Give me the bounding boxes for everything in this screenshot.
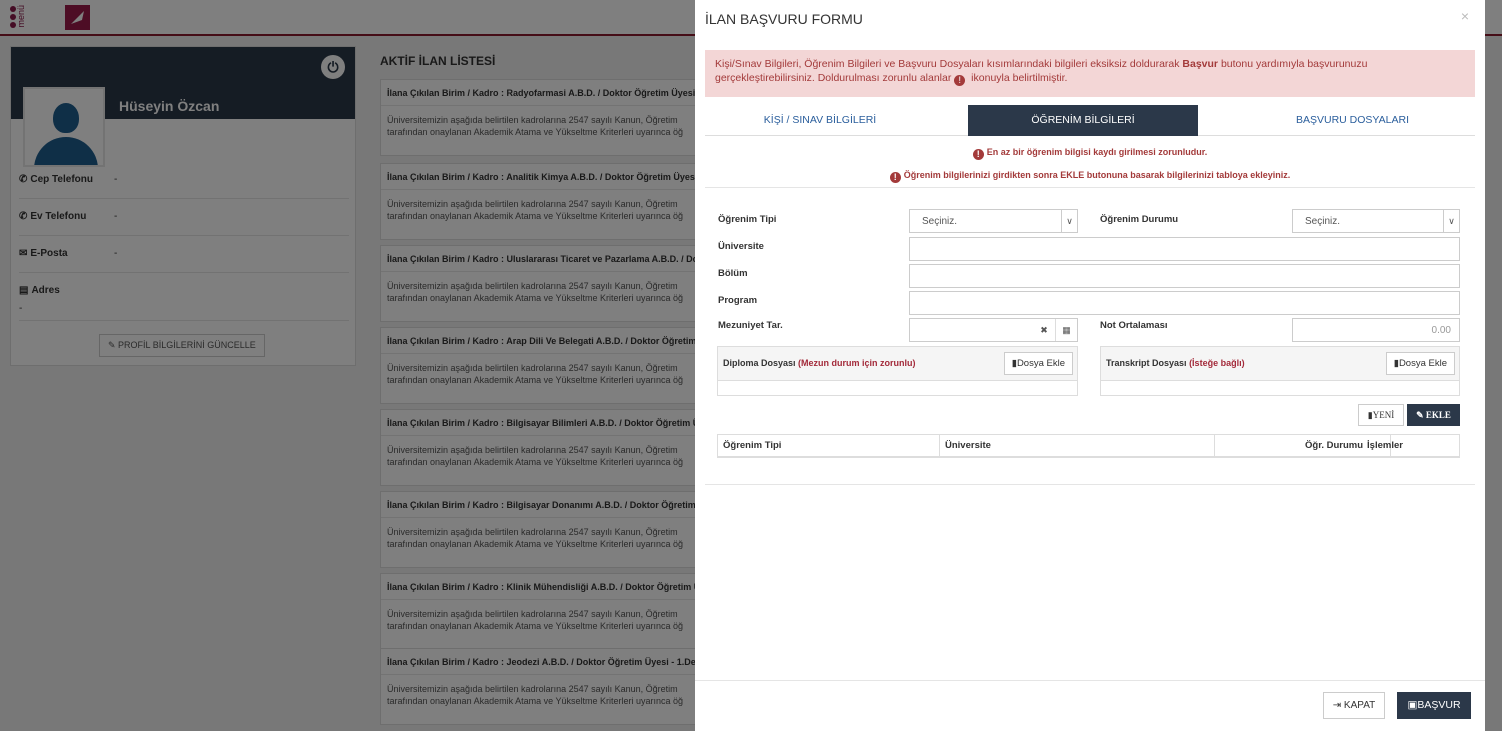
edit-icon: ✎ [1416,410,1424,420]
modal-title: İLAN BAŞVURU FORMU [705,11,863,27]
clear-icon[interactable]: ✖ [1033,319,1055,341]
not-ortalamasi-input[interactable]: 0.00 [1292,318,1460,342]
new-button[interactable]: ▮YENİ [1358,404,1404,426]
info-circle-icon: ! [954,75,966,86]
alert-text: gerçekleştirebilirsiniz. Doldurulması zo… [715,72,955,84]
ogrenim-durumu-label: Öğrenim Durumu [1100,214,1179,225]
divider [705,484,1475,485]
close-icon[interactable]: × [1461,8,1469,24]
diploma-note: (Mezun durum için zorunlu) [798,358,916,368]
transkript-upload-button[interactable]: ▮Dosya Ekle [1385,352,1455,375]
ogrenim-tipi-label: Öğrenim Tipi [718,214,777,225]
footer-divider [695,680,1485,681]
info-circle-icon: ! [972,149,984,160]
chevron-down-icon: ∨ [1443,210,1459,232]
chevron-down-icon: ∨ [1061,210,1077,232]
universite-label: Üniversite [718,241,764,252]
program-label: Program [718,295,758,306]
bolum-input[interactable] [909,264,1460,288]
info-circle-icon: ! [889,172,901,183]
tab-basvuru-dosyalari[interactable]: BAŞVURU DOSYALARI [1230,105,1475,136]
diploma-upload-button[interactable]: ▮Dosya Ekle [1003,352,1073,375]
program-input[interactable] [909,291,1460,315]
transkript-upload: Transkript Dosyası (İsteğe bağlı) ▮Dosya… [1100,346,1460,396]
required-note: ! Öğrenim bilgilerinizi girdikten sonra E… [695,170,1485,183]
ogrenim-durumu-select[interactable]: Seçiniz. ∨ [1292,209,1460,233]
table-header: İşlemler [1367,440,1403,451]
close-button[interactable]: ⇥ KAPAT [1323,692,1385,719]
alert-text: butonu yardımıyla başvurunuzu [1218,58,1368,70]
tab-kisi-sinav[interactable]: KİŞİ / SINAV BİLGİLERİ [705,105,935,136]
alert-bold-text: Başvur [1182,58,1219,70]
sign-out-icon: ⇥ [1332,700,1342,711]
divider [705,187,1475,188]
info-alert: Kişi/Sınav Bilgileri, Öğrenim Bilgileri … [705,50,1475,97]
alert-text: ikonuyla belirtilmiştir. [968,72,1068,84]
table-header: Üniversite [940,435,1215,457]
ogrenim-tipi-select[interactable]: Seçiniz. ∨ [909,209,1078,233]
mezuniyet-date-input[interactable]: ✖ ▦ [909,318,1078,342]
required-note: ! En az bir öğrenim bilgisi kaydı girilme… [695,147,1485,160]
bolum-label: Bölüm [718,268,748,279]
calendar-icon[interactable]: ▦ [1055,319,1077,341]
tab-ogrenim[interactable]: ÖĞRENİM BİLGİLERİ [968,105,1198,136]
apply-button[interactable]: ▣BAŞVUR [1397,692,1471,719]
transkript-label: Transkript Dosyası [1106,358,1187,368]
mezuniyet-label: Mezuniyet Tar. [718,320,783,331]
save-icon: ▣ [1407,699,1418,711]
not-ortalamasi-label: Not Ortalaması [1100,320,1168,331]
alert-text: Kişi/Sınav Bilgileri, Öğrenim Bilgileri … [715,58,1183,70]
form-tabs: KİŞİ / SINAV BİLGİLERİ ÖĞRENİM BİLGİLERİ… [705,105,1475,136]
diploma-upload: Diploma Dosyası (Mezun durum için zorunl… [717,346,1078,396]
add-button[interactable]: ✎ EKLE [1407,404,1460,426]
application-modal: İLAN BAŞVURU FORMU × Kişi/Sınav Bilgiler… [695,0,1485,731]
diploma-label: Diploma Dosyası [723,358,796,368]
transkript-note: (İsteğe bağlı) [1189,358,1245,368]
universite-input[interactable] [909,237,1460,261]
table-header: Öğrenim Tipi [718,435,940,457]
education-table: Öğrenim Tipi Üniversite Öğr. Durumu İşle… [717,434,1460,458]
